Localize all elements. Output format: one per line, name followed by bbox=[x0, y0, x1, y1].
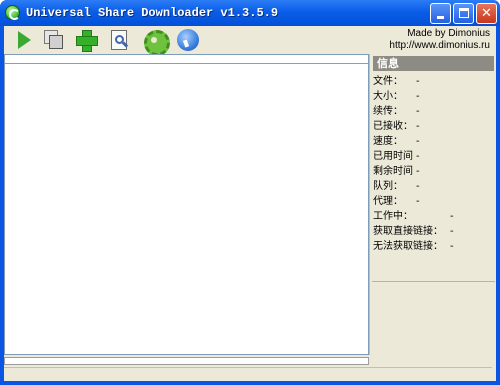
maximize-button[interactable] bbox=[453, 3, 474, 24]
author-credit: Made by Dimonius bbox=[407, 28, 490, 39]
remaining-time-value: - bbox=[416, 166, 420, 177]
info-panel: 信息 文件： - 大小： - 续传： - 已接收： - 速度： - 已用时间 -… bbox=[369, 54, 496, 355]
queue-value: - bbox=[416, 181, 420, 192]
start-download-button[interactable] bbox=[13, 28, 37, 52]
resume-value: - bbox=[416, 106, 420, 117]
proxy-value: - bbox=[416, 196, 420, 207]
file-value: - bbox=[416, 76, 420, 87]
settings-button[interactable] bbox=[142, 28, 170, 56]
copy-button[interactable] bbox=[42, 28, 66, 52]
direct-link-value: - bbox=[450, 226, 454, 237]
direct-link-label: 获取直接链接： bbox=[373, 226, 443, 237]
size-label: 大小： bbox=[373, 91, 403, 102]
download-list[interactable] bbox=[4, 54, 369, 355]
author-url[interactable]: http://www.dimonius.ru bbox=[389, 40, 490, 52]
remaining-time-label: 剩余时间 bbox=[373, 166, 413, 177]
toolbar: Made by Dimonius http://www.dimonius.ru bbox=[4, 26, 496, 56]
app-logo-icon bbox=[5, 5, 20, 20]
queue-label: 队列： bbox=[373, 181, 403, 192]
minimize-button[interactable] bbox=[430, 3, 451, 24]
link-failed-label: 无法获取链接： bbox=[373, 241, 443, 252]
file-label: 文件： bbox=[373, 76, 403, 87]
search-document-button[interactable] bbox=[107, 28, 131, 52]
working-value: - bbox=[450, 211, 454, 222]
minimize-icon bbox=[437, 16, 444, 19]
close-button[interactable]: ✕ bbox=[476, 3, 497, 24]
copy-icon bbox=[49, 35, 63, 49]
about-button[interactable] bbox=[176, 28, 200, 52]
proxy-label: 代理： bbox=[373, 196, 403, 207]
title-bar[interactable]: Universal Share Downloader v1.3.5.9 ✕ bbox=[0, 0, 500, 26]
status-strip bbox=[4, 367, 492, 378]
info-panel-title: 信息 bbox=[373, 56, 494, 71]
working-label: 工作中： bbox=[373, 211, 413, 222]
client-area: Made by Dimonius http://www.dimonius.ru … bbox=[4, 26, 496, 381]
add-link-button[interactable] bbox=[74, 28, 98, 52]
status-field bbox=[4, 357, 369, 365]
received-value: - bbox=[416, 121, 420, 132]
credits: Made by Dimonius http://www.dimonius.ru bbox=[389, 28, 490, 52]
elapsed-time-value: - bbox=[416, 151, 420, 162]
info-divider bbox=[372, 281, 495, 282]
window-title: Universal Share Downloader v1.3.5.9 bbox=[26, 6, 279, 20]
app-window: Universal Share Downloader v1.3.5.9 ✕ Ma… bbox=[0, 0, 500, 385]
list-header bbox=[5, 55, 368, 64]
elapsed-time-label: 已用时间 bbox=[373, 151, 413, 162]
speed-value: - bbox=[416, 136, 420, 147]
status-bar bbox=[4, 357, 496, 379]
maximize-icon bbox=[459, 8, 469, 18]
speed-label: 速度： bbox=[373, 136, 403, 147]
received-label: 已接收： bbox=[373, 121, 413, 132]
size-value: - bbox=[416, 91, 420, 102]
link-failed-value: - bbox=[450, 241, 454, 252]
resume-label: 续传： bbox=[373, 106, 403, 117]
